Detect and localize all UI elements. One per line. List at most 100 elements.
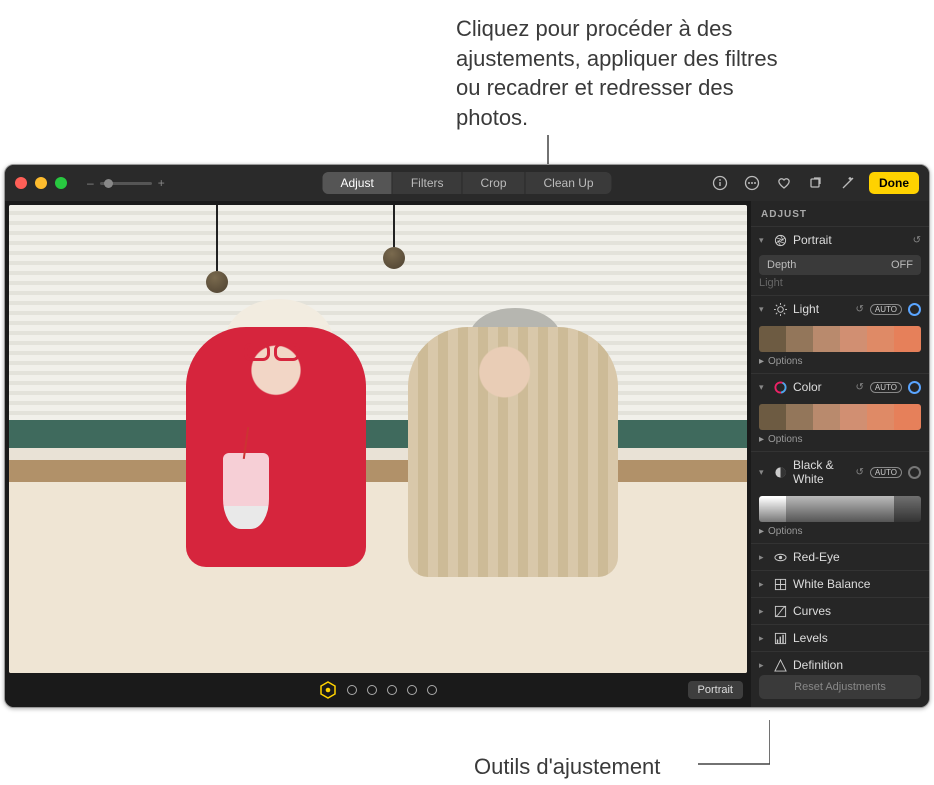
panel-bw-header[interactable]: ▾ Black & White ↺ AUTO [751, 452, 929, 492]
zoom-thumb[interactable] [104, 179, 113, 188]
color-options-label: Options [768, 434, 802, 445]
close-window-button[interactable] [15, 177, 27, 189]
more-button[interactable] [741, 172, 763, 194]
photo-pendant-1 [216, 205, 218, 271]
toolbar-right: Done [709, 172, 919, 194]
info-button[interactable] [709, 172, 731, 194]
light-thumb-strip[interactable] [759, 326, 921, 352]
chevron-down-icon: ▾ [759, 304, 767, 315]
chevron-right-icon: ▸ [759, 660, 767, 671]
tab-crop[interactable]: Crop [462, 172, 525, 194]
tab-adjust[interactable]: Adjust [322, 172, 392, 194]
panel-color-label: Color [793, 380, 850, 394]
color-thumb-strip[interactable] [759, 404, 921, 430]
row-definition-label: Definition [793, 658, 921, 672]
portrait-lighting-picker[interactable] [319, 681, 437, 699]
row-white-balance-label: White Balance [793, 577, 921, 591]
sidebar-scroll[interactable]: ▾ Portrait ↺ Depth OFF Light [751, 226, 929, 675]
minimize-window-button[interactable] [35, 177, 47, 189]
chevron-right-icon: ▸ [759, 434, 764, 445]
reset-light-icon[interactable]: ↺ [856, 304, 864, 315]
aperture-icon [773, 233, 787, 247]
panel-portrait-label: Portrait [793, 233, 907, 247]
bw-circle-icon [773, 465, 787, 479]
row-levels-label: Levels [793, 631, 921, 645]
photo-person1-glasses [244, 343, 300, 361]
chevron-down-icon: ▾ [759, 467, 767, 478]
zoom-plus-icon: + [158, 176, 165, 190]
main-area: Portrait ADJUST ▾ Portrait ↺ D [5, 201, 929, 707]
row-curves[interactable]: ▸ Curves [751, 597, 929, 624]
zoom-slider[interactable]: – + [87, 176, 165, 190]
panel-portrait: ▾ Portrait ↺ Depth OFF Light [751, 226, 929, 289]
light-enable-ring[interactable] [908, 303, 921, 316]
photo-counter-top [9, 448, 747, 460]
sun-icon [773, 302, 787, 316]
panel-color: ▾ Color ↺ AUTO ▸ Options [751, 373, 929, 445]
reset-adjustments-button[interactable]: Reset Adjustments [759, 675, 921, 699]
color-options-toggle[interactable]: ▸ Options [759, 434, 921, 445]
row-curves-label: Curves [793, 604, 921, 618]
auto-color-button[interactable]: AUTO [870, 382, 902, 393]
panel-bw-label: Black & White [793, 458, 850, 486]
portrait-lighting-option[interactable] [347, 685, 357, 695]
photo-preview[interactable] [9, 205, 747, 673]
photo-bg-blinds [9, 205, 747, 420]
zoom-window-button[interactable] [55, 177, 67, 189]
portrait-lighting-option[interactable] [427, 685, 437, 695]
curves-icon [773, 604, 787, 618]
photo-counter-edge [9, 460, 747, 482]
portrait-badge[interactable]: Portrait [688, 681, 743, 699]
tab-filters[interactable]: Filters [393, 172, 463, 194]
row-levels[interactable]: ▸ Levels [751, 624, 929, 651]
done-button[interactable]: Done [869, 172, 919, 194]
reset-portrait-icon[interactable]: ↺ [913, 235, 921, 246]
bw-options-toggle[interactable]: ▸ Options [759, 526, 921, 537]
auto-light-button[interactable]: AUTO [870, 304, 902, 315]
favorite-button[interactable] [773, 172, 795, 194]
definition-icon [773, 658, 787, 672]
zoom-minus-icon: – [87, 176, 94, 190]
photo-milkshake [223, 453, 269, 529]
callout-bottom: Outils d'ajustement [474, 754, 660, 780]
color-enable-ring[interactable] [908, 381, 921, 394]
portrait-lighting-option[interactable] [367, 685, 377, 695]
adjust-sidebar: ADJUST ▾ Portrait ↺ Depth OFF [751, 201, 929, 707]
auto-bw-button[interactable]: AUTO [870, 467, 902, 478]
reset-bw-icon[interactable]: ↺ [856, 467, 864, 478]
chevron-right-icon: ▸ [759, 606, 767, 617]
row-white-balance[interactable]: ▸ White Balance [751, 570, 929, 597]
reset-color-icon[interactable]: ↺ [856, 382, 864, 393]
photo-pane: Portrait [5, 201, 751, 707]
depth-value: OFF [891, 259, 913, 271]
external-button[interactable] [805, 172, 827, 194]
edit-mode-tabs: Adjust Filters Crop Clean Up [322, 172, 611, 194]
zoom-track[interactable] [100, 182, 152, 185]
portrait-light-row: Light [759, 277, 921, 289]
photo-person1 [186, 327, 366, 567]
photo-person2 [408, 327, 618, 577]
white-balance-icon [773, 577, 787, 591]
chevron-right-icon: ▸ [759, 633, 767, 644]
chevron-down-icon: ▾ [759, 382, 767, 393]
tab-cleanup[interactable]: Clean Up [526, 172, 612, 194]
row-definition[interactable]: ▸ Definition [751, 651, 929, 675]
panel-color-header[interactable]: ▾ Color ↺ AUTO [751, 374, 929, 400]
eye-icon [773, 550, 787, 564]
window-controls [15, 177, 67, 189]
light-options-toggle[interactable]: ▸ Options [759, 356, 921, 367]
chevron-down-icon: ▾ [759, 235, 767, 246]
portrait-lighting-selected-icon[interactable] [319, 681, 337, 699]
bw-options-label: Options [768, 526, 802, 537]
depth-row[interactable]: Depth OFF [759, 255, 921, 275]
bw-enable-ring[interactable] [908, 466, 921, 479]
panel-bw: ▾ Black & White ↺ AUTO ▸ Opti [751, 451, 929, 537]
enhance-button[interactable] [837, 172, 859, 194]
row-red-eye[interactable]: ▸ Red-Eye [751, 543, 929, 570]
panel-light-header[interactable]: ▾ Light ↺ AUTO [751, 296, 929, 322]
panel-light: ▾ Light ↺ AUTO ▸ Options [751, 295, 929, 367]
portrait-lighting-option[interactable] [387, 685, 397, 695]
bw-thumb-strip[interactable] [759, 496, 921, 522]
portrait-lighting-option[interactable] [407, 685, 417, 695]
panel-portrait-header[interactable]: ▾ Portrait ↺ [751, 227, 929, 253]
